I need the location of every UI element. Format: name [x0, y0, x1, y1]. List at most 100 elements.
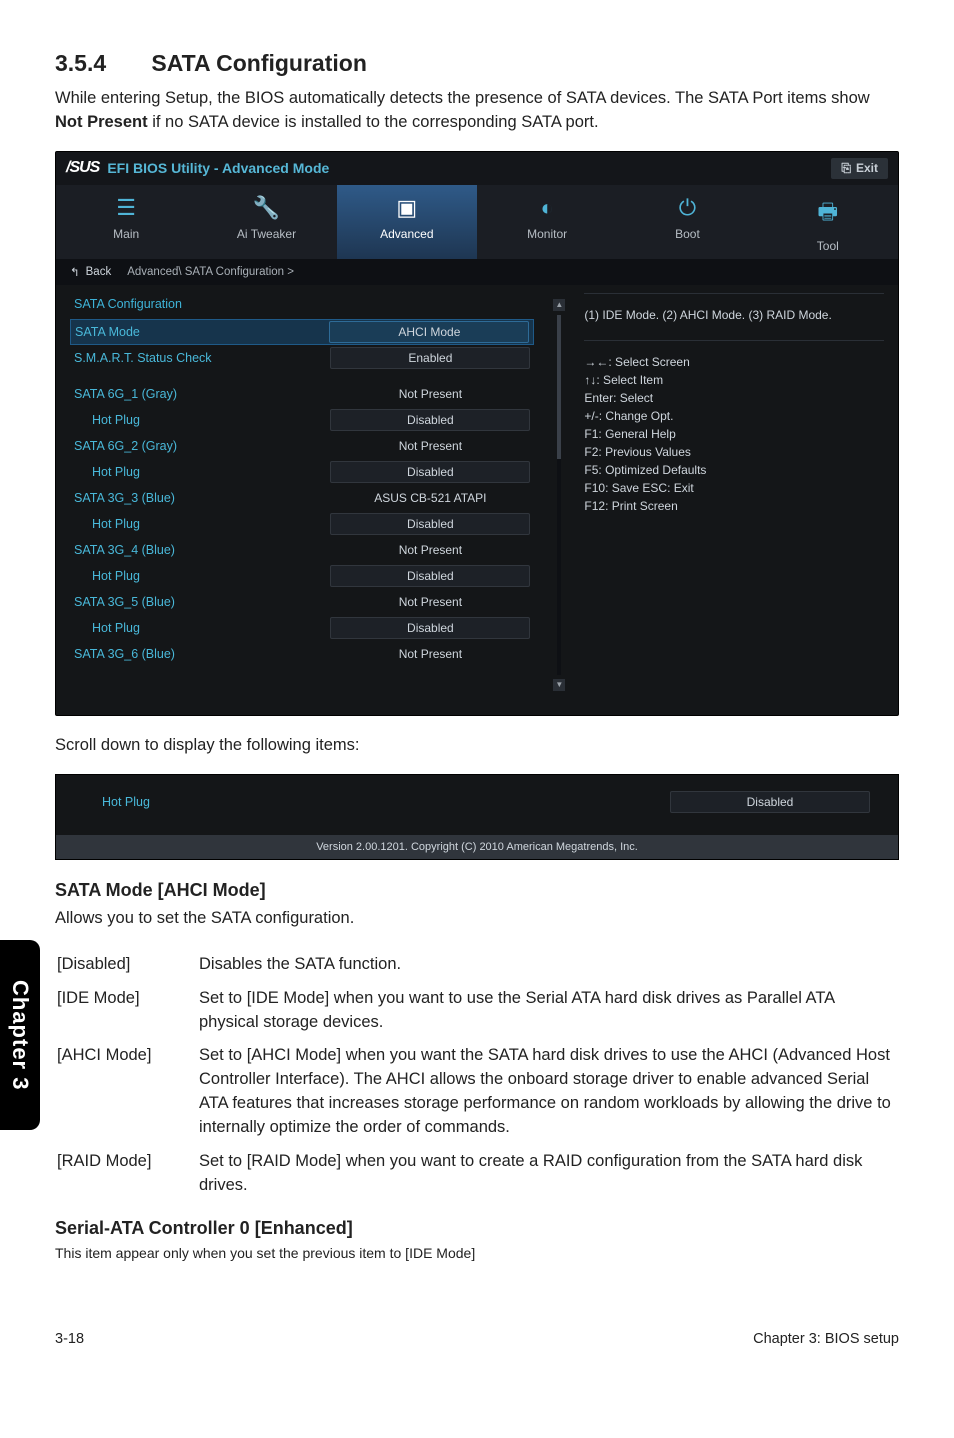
setting-label: SATA 3G_6 (Blue) — [74, 647, 175, 661]
section-heading: 3.5.4 SATA Configuration — [55, 50, 899, 77]
section-title: SATA Configuration — [151, 50, 366, 76]
setting-row[interactable]: SATA 3G_6 (Blue) Not Present — [70, 641, 534, 667]
exit-button[interactable]: ⎘ Exit — [831, 158, 888, 179]
help-keys: →←: Select Screen ↑↓: Select Item Enter:… — [584, 340, 884, 515]
footer-chapter: Chapter 3: BIOS setup — [753, 1331, 899, 1347]
setting-label: SATA 3G_4 (Blue) — [74, 543, 175, 557]
tab-advanced[interactable]: ▣Advanced — [337, 185, 477, 259]
option-row: [RAID Mode]Set to [RAID Mode] when you w… — [57, 1146, 897, 1202]
bios-window: /SUS EFI BIOS Utility - Advanced Mode ⎘ … — [55, 151, 899, 716]
chapter-tab: Chapter 3 — [0, 940, 40, 1130]
bios-snippet: Hot Plug Disabled Version 2.00.1201. Cop… — [55, 774, 899, 860]
setting-value[interactable]: Disabled — [330, 617, 530, 639]
serial-ata-heading: Serial-ATA Controller 0 [Enhanced] — [55, 1218, 899, 1239]
scroll-note: Scroll down to display the following ite… — [55, 734, 899, 758]
option-key: [IDE Mode] — [57, 983, 197, 1039]
setting-value[interactable]: Disabled — [330, 513, 530, 535]
setting-row[interactable]: Hot Plug Disabled — [70, 615, 534, 641]
setting-row[interactable]: Hot Plug Disabled — [70, 511, 534, 537]
chip-icon: ▣ — [396, 195, 417, 221]
setting-value[interactable]: Disabled — [330, 409, 530, 431]
setting-row[interactable]: Hot Plug Disabled — [70, 563, 534, 589]
snippet-row-value[interactable]: Disabled — [670, 791, 870, 813]
setting-label: Hot Plug — [74, 621, 140, 635]
setting-label: SATA 6G_1 (Gray) — [74, 387, 177, 401]
power-icon: ⏻ — [679, 195, 696, 221]
gauge-icon: ◐ — [541, 195, 554, 221]
tab-ai-tweaker[interactable]: 🔧Ai Tweaker — [196, 185, 336, 259]
scroll-up-icon[interactable]: ▲ — [553, 299, 565, 311]
snippet-row[interactable]: Hot Plug Disabled — [80, 789, 874, 815]
serial-ata-desc: This item appear only when you set the p… — [55, 1245, 899, 1261]
setting-row[interactable]: SATA 3G_3 (Blue)ASUS CB-521 ATAPI — [70, 485, 534, 511]
setting-row[interactable]: Hot Plug Disabled — [70, 459, 534, 485]
breadcrumb-text: Advanced\ SATA Configuration > — [127, 266, 294, 278]
exit-icon: ⎘ — [841, 161, 851, 176]
bios-titlebar: /SUS EFI BIOS Utility - Advanced Mode ⎘ … — [56, 152, 898, 185]
setting-value[interactable]: Disabled — [330, 565, 530, 587]
option-desc: Set to [AHCI Mode] when you want the SAT… — [199, 1040, 897, 1144]
tab-main[interactable]: ☰Main — [56, 185, 196, 259]
snippet-row-label: Hot Plug — [84, 795, 150, 809]
scroll-track[interactable] — [557, 315, 561, 675]
sata-mode-options: [Disabled]Disables the SATA function.[ID… — [55, 947, 899, 1204]
tab-tool[interactable]: 🖶Tool — [758, 185, 898, 259]
option-key: [Disabled] — [57, 949, 197, 981]
settings-list: SATA Configuration SATA ModeAHCI ModeS.M… — [70, 293, 534, 697]
setting-value: Not Present — [330, 647, 530, 661]
scroll-down-icon[interactable]: ▼ — [553, 679, 565, 691]
setting-value: ASUS CB-521 ATAPI — [330, 491, 530, 505]
setting-row[interactable]: S.M.A.R.T. Status Check Enabled — [70, 345, 534, 371]
setting-row[interactable]: SATA 3G_4 (Blue) Not Present — [70, 537, 534, 563]
setting-label: SATA Mode — [75, 325, 140, 339]
setting-value[interactable]: AHCI Mode — [329, 321, 529, 343]
exit-label: Exit — [856, 161, 878, 175]
intro-paragraph: While entering Setup, the BIOS automatic… — [55, 87, 899, 135]
bios-title: EFI BIOS Utility - Advanced Mode — [107, 160, 329, 176]
back-label: Back — [86, 266, 112, 278]
list-icon: ☰ — [116, 195, 136, 221]
page-number: 3-18 — [55, 1331, 84, 1347]
setting-value: Not Present — [330, 439, 530, 453]
tab-monitor[interactable]: ◐Monitor — [477, 185, 617, 259]
option-desc: Set to [RAID Mode] when you want to crea… — [199, 1146, 897, 1202]
bios-tabs: ☰Main 🔧Ai Tweaker ▣Advanced ◐Monitor ⏻Bo… — [56, 185, 898, 259]
page-footer: 3-18 Chapter 3: BIOS setup — [0, 1301, 954, 1377]
bios-version: Version 2.00.1201. Copyright (C) 2010 Am… — [56, 835, 898, 859]
arrow-left-icon: ↰ — [70, 265, 80, 279]
breadcrumb-bar: ↰ Back Advanced\ SATA Configuration > — [56, 259, 898, 285]
setting-value: Not Present — [330, 387, 530, 401]
tool-icon: 🖶 — [817, 195, 838, 233]
scrollbar[interactable]: ▲ ▼ — [552, 293, 566, 697]
sata-mode-heading: SATA Mode [AHCI Mode] — [55, 880, 899, 901]
back-button[interactable]: ↰ Back — [70, 265, 111, 279]
setting-label: Hot Plug — [74, 569, 140, 583]
sata-mode-desc: Allows you to set the SATA configuration… — [55, 907, 899, 931]
option-desc: Disables the SATA function. — [199, 949, 897, 981]
option-row: [AHCI Mode]Set to [AHCI Mode] when you w… — [57, 1040, 897, 1144]
settings-heading: SATA Configuration — [70, 293, 534, 319]
setting-row[interactable]: SATA Mode AHCI Mode — [70, 319, 534, 345]
setting-label: S.M.A.R.T. Status Check — [74, 351, 212, 365]
setting-value[interactable]: Disabled — [330, 461, 530, 483]
setting-row[interactable]: SATA 3G_5 (Blue)Not Present — [70, 589, 534, 615]
tab-boot[interactable]: ⏻Boot — [617, 185, 757, 259]
setting-label: Hot Plug — [74, 413, 140, 427]
option-row: [Disabled]Disables the SATA function. — [57, 949, 897, 981]
wrench-icon: 🔧 — [253, 195, 280, 221]
setting-value[interactable]: Enabled — [330, 347, 530, 369]
setting-row[interactable]: SATA 6G_2 (Gray) Not Present — [70, 433, 534, 459]
setting-row[interactable]: Hot Plug Disabled — [70, 407, 534, 433]
help-description: (1) IDE Mode. (2) AHCI Mode. (3) RAID Mo… — [584, 293, 884, 324]
scroll-thumb[interactable] — [557, 315, 561, 459]
setting-label: Hot Plug — [74, 517, 140, 531]
setting-value: Not Present — [330, 595, 530, 609]
setting-row[interactable]: SATA 6G_1 (Gray) Not Present — [70, 381, 534, 407]
setting-label: SATA 6G_2 (Gray) — [74, 439, 177, 453]
section-number: 3.5.4 — [55, 50, 145, 77]
setting-value: Not Present — [330, 543, 530, 557]
asus-logo: /SUS — [66, 159, 99, 177]
option-key: [RAID Mode] — [57, 1146, 197, 1202]
setting-label: Hot Plug — [74, 465, 140, 479]
option-row: [IDE Mode]Set to [IDE Mode] when you wan… — [57, 983, 897, 1039]
